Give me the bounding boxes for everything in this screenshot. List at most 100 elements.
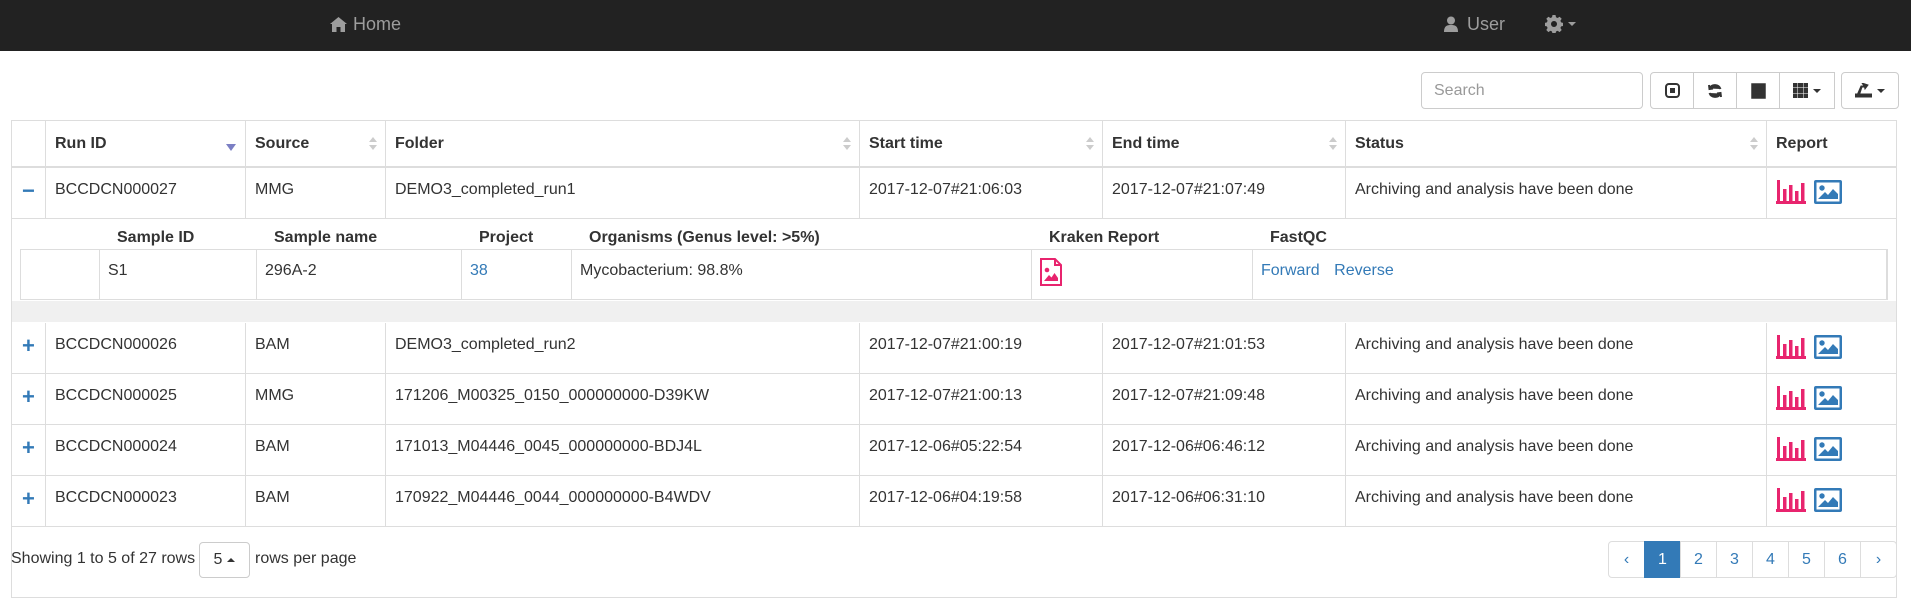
status-cell: Archiving and analysis have been done [1346,425,1767,475]
export-button[interactable] [1841,72,1899,109]
chevron-down-icon [1813,88,1821,93]
folder-cell: 170922_M04446_0044_000000000-B4WDV [386,476,860,526]
sample-row: S1 296A-2 38 Mycobacterium: 98.8% Forwar… [20,250,1888,300]
report-cell [1767,323,1896,373]
user-label: User [1467,13,1506,34]
runs-table: Run ID Source Folder Start time End time… [11,120,1897,598]
paginate-toggle-button[interactable] [1650,72,1694,109]
sort-icon [843,137,851,151]
column-header-source[interactable]: Source [246,121,386,166]
end-time-cell: 2017-12-06#06:31:10 [1103,476,1346,526]
pagination-page-4[interactable]: 4 [1752,541,1789,578]
home-label: Home [353,13,402,34]
column-header-run-id[interactable]: Run ID [46,121,246,166]
pagination-page-5[interactable]: 5 [1788,541,1825,578]
source-cell: BAM [246,323,386,373]
run-id-cell: BCCDCN000023 [46,476,246,526]
collapse-row-button[interactable]: − [12,168,46,218]
toggle-view-button[interactable] [1736,72,1780,109]
subcolumn-sample-name: Sample name [274,229,378,246]
report-cell [1767,168,1896,218]
list-icon [1750,82,1766,99]
column-header-label: Report [1776,135,1828,152]
user-icon [1444,16,1458,32]
status-cell: Archiving and analysis have been done [1346,374,1767,424]
expand-row-button[interactable]: + [12,374,46,424]
pagination-page-1[interactable]: 1 [1644,541,1681,578]
column-header-label: End time [1112,135,1180,152]
sample-blank-cell [21,250,100,299]
start-time-cell: 2017-12-06#04:19:58 [860,476,1103,526]
bar-chart-icon[interactable] [1776,488,1806,526]
column-header-status[interactable]: Status [1346,121,1767,166]
page-size-dropdown[interactable]: 5 [199,542,250,578]
home-link[interactable]: Home [330,0,401,48]
user-menu[interactable]: User [1444,0,1505,48]
refresh-button[interactable] [1693,72,1737,109]
table-row: + BCCDCN000024 BAM 171013_M04446_0045_00… [12,425,1896,476]
image-file-icon[interactable] [1040,258,1062,291]
start-time-cell: 2017-12-07#21:00:13 [860,374,1103,424]
sort-desc-icon [226,144,236,151]
column-header-label: Source [255,135,310,152]
image-icon[interactable] [1814,386,1842,424]
samples-subtable-header: Sample ID Sample name Project Organisms … [20,228,1888,250]
run-id-cell: BCCDCN000024 [46,425,246,475]
table-row: + BCCDCN000025 MMG 171206_M00325_0150_00… [12,374,1896,425]
grid-icon [1793,83,1808,98]
run-id-cell: BCCDCN000025 [46,374,246,424]
pagination-prev-button[interactable]: ‹ [1608,541,1645,578]
fastqc-cell: Forward Reverse [1253,250,1887,299]
end-time-cell: 2017-12-07#21:01:53 [1103,323,1346,373]
fastqc-reverse-link[interactable]: Reverse [1334,262,1394,279]
pagination-next-button[interactable]: › [1860,541,1897,578]
expand-row-button[interactable]: + [12,476,46,526]
folder-cell: DEMO3_completed_run2 [386,323,860,373]
column-header-folder[interactable]: Folder [386,121,860,166]
top-navbar: Home User [0,0,1911,51]
columns-button[interactable] [1779,72,1835,109]
project-cell: 38 [462,250,572,299]
pagination-page-3[interactable]: 3 [1716,541,1753,578]
expand-column-header [12,121,46,166]
samples-subtable: Sample ID Sample name Project Organisms … [20,228,1888,300]
sort-icon [1329,137,1337,151]
image-icon[interactable] [1814,335,1842,373]
fastqc-forward-link[interactable]: Forward [1261,262,1320,279]
report-cell [1767,425,1896,475]
status-cell: Archiving and analysis have been done [1346,168,1767,218]
image-icon[interactable] [1814,437,1842,475]
status-cell: Archiving and analysis have been done [1346,323,1767,373]
run-id-cell: BCCDCN000026 [46,323,246,373]
gear-icon [1545,15,1563,33]
bar-chart-icon[interactable] [1776,335,1806,373]
pagination-summary: Showing 1 to 5 of 27 rows [11,550,196,567]
search-input[interactable] [1421,72,1643,109]
bar-chart-icon[interactable] [1776,386,1806,424]
sort-icon [369,137,377,151]
start-time-cell: 2017-12-07#21:00:19 [860,323,1103,373]
source-cell: BAM [246,476,386,526]
column-header-label: Start time [869,135,943,152]
settings-menu[interactable] [1545,0,1576,48]
bar-chart-icon[interactable] [1776,180,1806,218]
sample-id-cell: S1 [100,250,257,299]
subcolumn-kraken-report: Kraken Report [1049,229,1160,246]
project-link[interactable]: 38 [470,262,488,279]
subcolumn-sample-id: Sample ID [117,229,195,246]
folder-cell: 171013_M04446_0045_000000000-BDJ4L [386,425,860,475]
sample-name-cell: 296A-2 [257,250,462,299]
column-header-end-time[interactable]: End time [1103,121,1346,166]
column-header-start-time[interactable]: Start time [860,121,1103,166]
image-icon[interactable] [1814,180,1842,218]
table-row: + BCCDCN000023 BAM 170922_M04446_0044_00… [12,476,1896,527]
expand-row-button[interactable]: + [12,323,46,373]
image-icon[interactable] [1814,488,1842,526]
organisms-cell: Mycobacterium: 98.8% [572,250,1032,299]
column-header-label: Folder [395,135,444,152]
pagination-page-2[interactable]: 2 [1680,541,1717,578]
pagination-page-6[interactable]: 6 [1824,541,1861,578]
bar-chart-icon[interactable] [1776,437,1806,475]
end-time-cell: 2017-12-07#21:09:48 [1103,374,1346,424]
expand-row-button[interactable]: + [12,425,46,475]
